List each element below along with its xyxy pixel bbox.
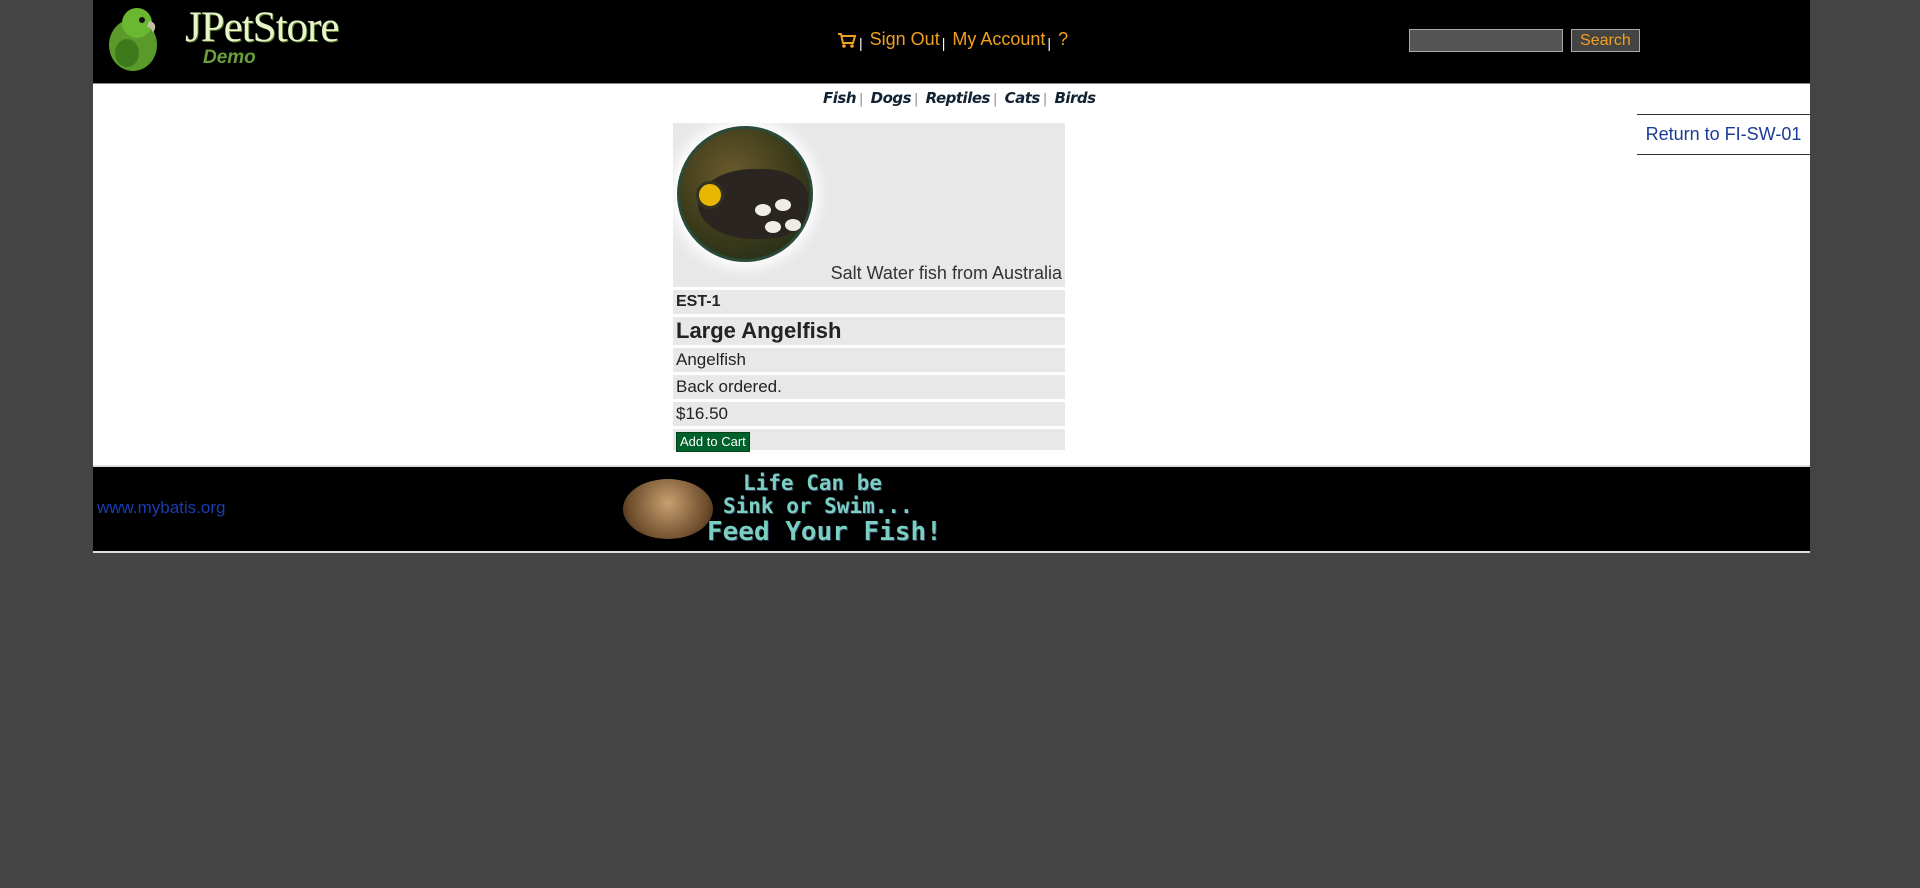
return-link[interactable]: Return to FI-SW-01 bbox=[1646, 124, 1802, 144]
fish-banner-image bbox=[623, 479, 713, 539]
main-content: Fish | Dogs | Reptiles | Cats | Birds Return… bbox=[93, 84, 1810, 467]
footer: www.mybatis.org Life Can be Sink or Swim… bbox=[93, 467, 1810, 553]
logo[interactable]: JPetStore Demo bbox=[103, 3, 363, 73]
quicklink-cats[interactable]: Cats bbox=[1005, 89, 1041, 107]
cart-icon[interactable] bbox=[837, 31, 857, 49]
parrot-logo-icon bbox=[109, 8, 157, 71]
menu-separator: | bbox=[859, 35, 863, 51]
item-description: Salt Water fish from Australia bbox=[830, 263, 1062, 283]
search-button[interactable]: Search bbox=[1571, 29, 1640, 52]
quicklink-fish[interactable]: Fish bbox=[823, 89, 857, 107]
menu-separator: | bbox=[941, 35, 946, 51]
help-link[interactable]: ? bbox=[1058, 29, 1068, 49]
quicklink-dogs[interactable]: Dogs bbox=[871, 89, 912, 107]
search-form: Search bbox=[1409, 29, 1640, 52]
item-name: Large Angelfish bbox=[673, 317, 1065, 345]
item-product: Angelfish bbox=[673, 348, 1065, 372]
quicklink-reptiles[interactable]: Reptiles bbox=[926, 89, 991, 107]
category-quicklinks: Fish | Dogs | Reptiles | Cats | Birds bbox=[823, 89, 1096, 107]
sign-out-link[interactable]: Sign Out bbox=[870, 29, 940, 49]
feed-your-fish-banner[interactable]: Life Can be Sink or Swim... Feed Your Fi… bbox=[623, 467, 942, 551]
item-price: $16.50 bbox=[673, 402, 1065, 426]
item-id: EST-1 bbox=[673, 290, 1065, 314]
header-menu: | Sign Out | My Account | ? bbox=[837, 29, 1068, 51]
item-stock-status: Back ordered. bbox=[673, 375, 1065, 399]
search-input[interactable] bbox=[1409, 29, 1563, 52]
header: JPetStore Demo | Sign Out | My Account | ?… bbox=[93, 0, 1810, 84]
banner-line-1: Life Can be bbox=[743, 471, 883, 495]
mybatis-link[interactable]: www.mybatis.org bbox=[97, 498, 225, 518]
back-link-container: Return to FI-SW-01 bbox=[1637, 114, 1810, 155]
item-image-row: Salt Water fish from Australia bbox=[673, 123, 1065, 287]
logo-subtitle: Demo bbox=[203, 47, 256, 68]
item-image bbox=[677, 126, 813, 262]
banner-line-2: Sink or Swim... bbox=[723, 494, 913, 518]
quicklink-birds[interactable]: Birds bbox=[1054, 89, 1096, 107]
add-to-cart-row: Add to Cart bbox=[673, 429, 1065, 452]
logo-title: JPetStore bbox=[185, 4, 339, 51]
menu-separator: | bbox=[1047, 35, 1052, 51]
add-to-cart-button[interactable]: Add to Cart bbox=[676, 432, 750, 452]
banner-line-3: Feed Your Fish! bbox=[707, 517, 942, 547]
item-details: Salt Water fish from Australia EST-1 Lar… bbox=[673, 123, 1065, 453]
page-wrapper: JPetStore Demo | Sign Out | My Account | ?… bbox=[93, 0, 1810, 553]
my-account-link[interactable]: My Account bbox=[952, 29, 1045, 49]
